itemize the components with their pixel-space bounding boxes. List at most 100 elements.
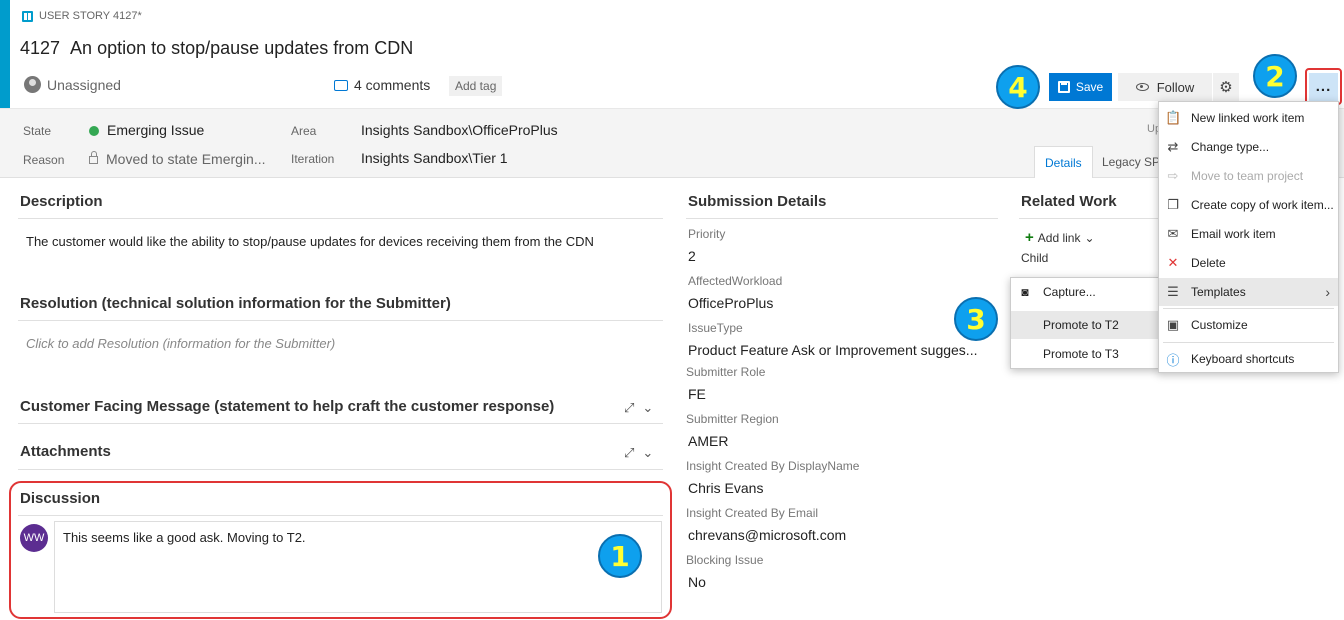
menu-item-label: Change type...	[1191, 140, 1270, 154]
more-actions-button[interactable]: ...	[1309, 72, 1338, 101]
iteration-field[interactable]: Insights Sandbox\Tier 1	[361, 150, 508, 166]
state-dropdown[interactable]: Emerging Issue	[89, 122, 204, 138]
divider	[18, 469, 663, 470]
customize-icon: ▣	[1166, 317, 1180, 332]
discussion-title: Discussion	[20, 490, 101, 507]
eye-icon	[1135, 83, 1149, 91]
camera-icon: ◙	[1021, 285, 1029, 299]
save-label: Save	[1075, 80, 1104, 94]
reason-field: Moved to state Emergin...	[89, 151, 266, 167]
menu-item-delete[interactable]: ✕ Delete	[1159, 249, 1338, 277]
save-button[interactable]: Save	[1049, 73, 1112, 101]
submenu-item-capture[interactable]: ◙ Capture...	[1011, 278, 1159, 306]
menu-item-templates[interactable]: ☰ Templates ›	[1159, 278, 1338, 306]
callout-badge-1: 1	[598, 534, 642, 578]
menu-item-keyboard-shortcuts[interactable]: ⓘ Keyboard shortcuts	[1159, 345, 1338, 373]
menu-item-email[interactable]: ✉ Email work item	[1159, 220, 1338, 248]
attachments-controls: ⤢ ⌄	[624, 445, 653, 461]
menu-item-new-linked[interactable]: 📋 New linked work item	[1159, 104, 1338, 132]
add-link-button[interactable]: + Add link ⌄	[1025, 229, 1095, 246]
submenu-item-label: Capture...	[1043, 285, 1096, 299]
add-tag-button[interactable]: Add tag	[449, 76, 503, 96]
iteration-label: Iteration	[291, 152, 335, 166]
user-story-icon	[22, 10, 33, 22]
type-label: USER STORY 4127*	[39, 10, 142, 22]
work-item-type: USER STORY 4127*	[22, 10, 142, 22]
page-title[interactable]: 4127 An option to stop/pause updates fro…	[20, 38, 413, 59]
chevron-down-icon: ⌄	[1084, 230, 1095, 245]
submenu-item-label: Promote to T3	[1043, 347, 1119, 361]
menu-item-label: Delete	[1191, 256, 1226, 270]
callout-badge-2: 2	[1253, 54, 1297, 98]
field-priority[interactable]: 2	[688, 248, 696, 264]
menu-item-move[interactable]: ⇨ Move to team project	[1159, 162, 1338, 190]
related-work-title: Related Work	[1021, 193, 1117, 210]
work-item-id: 4127	[20, 38, 61, 58]
more-actions-menu: 📋 New linked work item ⇄ Change type... ⇨ M…	[1158, 101, 1339, 373]
menu-item-label: Move to team project	[1191, 169, 1304, 183]
reason-label: Reason	[23, 153, 65, 167]
area-field[interactable]: Insights Sandbox\OfficeProPlus	[361, 122, 558, 138]
comments-link[interactable]: 4 comments	[334, 77, 430, 93]
templates-submenu: ◙ Capture... Promote to T2 Promote to T3	[1010, 277, 1160, 369]
field-issuetype[interactable]: Product Feature Ask or Improvement sugge…	[688, 342, 977, 358]
work-item-title[interactable]: An option to stop/pause updates from CDN	[70, 38, 413, 59]
resolution-title: Resolution (technical solution informati…	[20, 295, 451, 312]
menu-item-label: Customize	[1191, 318, 1248, 332]
copy-icon: ❐	[1167, 197, 1179, 212]
settings-button[interactable]: ⚙	[1213, 73, 1239, 101]
discussion-input[interactable]: This seems like a good ask. Moving to T2…	[54, 521, 662, 613]
chevron-right-icon: ›	[1325, 284, 1330, 300]
divider	[18, 423, 663, 424]
email-icon: ✉	[1167, 226, 1179, 241]
divider	[1019, 218, 1159, 219]
follow-label: Follow	[1156, 79, 1195, 95]
field-label-blocking: Blocking Issue	[686, 553, 764, 567]
attachments-title: Attachments	[20, 443, 111, 460]
field-label-region: Submitter Region	[686, 412, 779, 426]
expand-icon[interactable]: ⤢	[624, 445, 634, 461]
new-linked-icon: 📋	[1165, 110, 1182, 125]
menu-divider	[1163, 342, 1334, 343]
user-icon	[24, 76, 41, 93]
description-text[interactable]: The customer would like the ability to s…	[26, 234, 594, 249]
avatar: WW	[20, 524, 48, 552]
field-label-priority: Priority	[688, 227, 726, 241]
assignee-picker[interactable]: Unassigned	[24, 76, 121, 93]
menu-item-label: Create copy of work item...	[1191, 198, 1334, 212]
gear-icon: ⚙	[1219, 79, 1233, 96]
expand-icon[interactable]: ⤢	[624, 400, 634, 416]
menu-item-copy[interactable]: ❐ Create copy of work item...	[1159, 191, 1338, 219]
divider	[686, 218, 998, 219]
menu-divider	[1163, 308, 1334, 309]
field-label-workload: AffectedWorkload	[688, 274, 783, 288]
info-icon: ⓘ	[1166, 352, 1180, 368]
follow-button[interactable]: Follow	[1118, 73, 1212, 101]
chevron-down-icon[interactable]: ⌄	[642, 445, 653, 461]
submission-title: Submission Details	[688, 193, 827, 210]
customer-message-controls: ⤢ ⌄	[624, 400, 653, 416]
callout-badge-4: 4	[996, 65, 1040, 109]
menu-item-change-type[interactable]: ⇄ Change type...	[1159, 133, 1338, 161]
menu-item-customize[interactable]: ▣ Customize	[1159, 311, 1338, 339]
comments-count: 4 comments	[354, 77, 431, 93]
field-workload[interactable]: OfficeProPlus	[688, 295, 773, 311]
field-label-issuetype: IssueType	[688, 321, 743, 335]
field-role[interactable]: FE	[688, 386, 706, 402]
field-blocking[interactable]: No	[688, 574, 706, 590]
submenu-item-promote-t3[interactable]: Promote to T3	[1011, 340, 1159, 368]
state-label: State	[23, 124, 52, 138]
resolution-field[interactable]: Click to add Resolution (information for…	[26, 336, 335, 351]
move-icon: ⇨	[1167, 168, 1179, 183]
field-email[interactable]: chrevans@microsoft.com	[688, 527, 846, 543]
field-displayname[interactable]: Chris Evans	[688, 480, 763, 496]
submenu-item-label: Promote to T2	[1043, 318, 1119, 332]
description-title: Description	[20, 193, 103, 210]
field-region[interactable]: AMER	[688, 433, 728, 449]
submenu-item-promote-t2[interactable]: Promote to T2	[1011, 311, 1159, 339]
tab-details[interactable]: Details	[1034, 146, 1093, 178]
field-label-displayname: Insight Created By DisplayName	[686, 459, 860, 473]
save-icon	[1057, 81, 1070, 93]
divider	[18, 218, 663, 219]
chevron-down-icon[interactable]: ⌄	[642, 400, 653, 416]
